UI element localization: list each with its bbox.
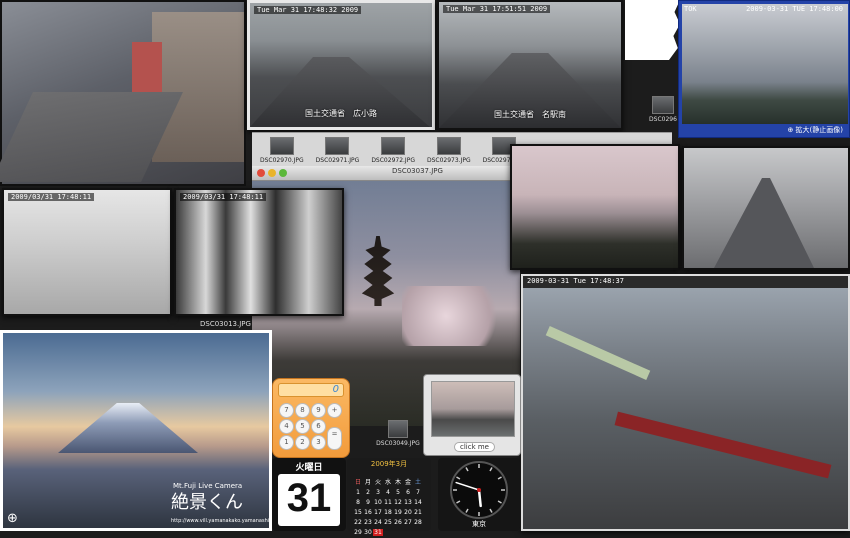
building-shape xyxy=(152,12,244,162)
thumbnail-item[interactable]: DSC02971.JPG xyxy=(315,137,360,164)
train-shape xyxy=(545,326,651,380)
thumbnail-item[interactable]: DSC02973.JPG xyxy=(427,137,471,164)
calendar-day: 27 xyxy=(404,519,412,526)
calculator-key[interactable]: 3 xyxy=(311,435,326,450)
date-widget: 火曜日 31 xyxy=(272,458,346,531)
calendar-day: 28 xyxy=(414,519,422,526)
pagoda-shape xyxy=(361,236,395,306)
calculator-key[interactable]: 7 xyxy=(279,403,294,418)
zoom-icon[interactable]: ⊕ xyxy=(7,511,18,526)
calculator-key[interactable]: 4 xyxy=(279,419,294,434)
photo-viewer-title: DSC03037.JPG xyxy=(392,167,443,175)
clock-hour-hand xyxy=(477,488,482,508)
thumbnail-image xyxy=(652,96,674,114)
thumbnail-image xyxy=(381,137,406,155)
thumbnail-image xyxy=(325,137,350,155)
street-cam-2-timestamp: 2009/03/31 17:48:11 xyxy=(180,193,267,201)
thumbnail-filename: DSC03049.JPG xyxy=(376,440,420,447)
traffic-cam-2-window[interactable]: Tue Mar 31 17:51:51 2009 国土交通省 名駅南 xyxy=(437,0,623,130)
date-widget-day-card: 31 xyxy=(278,474,340,526)
sky-cam-corner-label: TOK xyxy=(684,5,697,13)
highway-cam-feed xyxy=(684,148,848,268)
rail-cam-timestamp: 2009-03-31 Tue 17:48:37 xyxy=(527,277,624,285)
sea-cam-feed xyxy=(512,146,678,268)
road-shape xyxy=(714,178,814,268)
rail-cam-window[interactable]: 2009-03-31 Tue 17:48:37 xyxy=(521,274,850,531)
calendar-day: 25 xyxy=(384,519,392,526)
date-widget-day: 31 xyxy=(286,476,332,520)
close-button[interactable] xyxy=(257,169,265,177)
street-cam-1-feed xyxy=(4,190,170,314)
calendar-day: 29 xyxy=(354,529,362,536)
fuji-cam-title-large: 絶景くん xyxy=(171,492,243,513)
calendar-month-label: 2009年3月 xyxy=(370,460,408,468)
traffic-cam-2-timestamp: Tue Mar 31 17:51:51 2009 xyxy=(443,5,551,13)
calculator-key[interactable]: 8 xyxy=(295,403,310,418)
thumbnail-filename: DSC02972.JPG xyxy=(371,157,415,164)
thumbnail-filename: DSC0296 xyxy=(649,116,677,123)
calculator-widget[interactable]: 0 7 8 9 + 4 5 6 1 2 3 = xyxy=(272,378,350,458)
minimize-button[interactable] xyxy=(268,169,276,177)
thumbnail-item[interactable]: DSC03049.JPG xyxy=(376,420,420,450)
thumbnail-filename: DSC02971.JPG xyxy=(315,157,360,164)
zoom-button[interactable] xyxy=(279,169,287,177)
calculator-key[interactable]: 9 xyxy=(311,403,326,418)
traffic-cam-1-caption: 国土交通省 広小路 xyxy=(305,109,377,118)
calculator-key[interactable]: 6 xyxy=(311,419,326,434)
calculator-key[interactable]: 1 xyxy=(279,435,294,450)
street-cam-1-window[interactable]: 2009/03/31 17:48:11 xyxy=(2,188,172,316)
calendar-day: 30 xyxy=(364,529,372,536)
date-widget-weekday: 火曜日 xyxy=(295,463,323,473)
thumbnail-item[interactable]: DSC02970.JPG xyxy=(260,137,304,164)
calendar-week-row: 29 30 31 xyxy=(353,519,383,538)
highway-cam-window[interactable] xyxy=(682,146,850,270)
mountain-shape xyxy=(58,403,198,453)
torn-paper xyxy=(625,0,680,60)
photo-viewer-titlebar: DSC03037.JPG xyxy=(252,166,520,181)
calculator-key[interactable]: 5 xyxy=(295,419,310,434)
thumbnail-image xyxy=(436,137,461,155)
thumbnail-row: DSC02970.JPG DSC02971.JPG DSC02972.JPG D… xyxy=(260,137,526,164)
click-me-button[interactable]: click me xyxy=(454,442,495,452)
calculator-display-value: 0 xyxy=(332,384,339,395)
side-thumbnail[interactable]: DSC0296 xyxy=(648,96,678,126)
clock-city-label: 東京 xyxy=(472,520,486,528)
cherry-blossom-shape xyxy=(402,286,512,346)
traffic-cam-1-timestamp: Tue Mar 31 17:48:32 2009 xyxy=(254,6,362,14)
sea-cam-window[interactable] xyxy=(510,144,680,270)
lower-file-label: DSC03013.JPG xyxy=(200,320,251,328)
thumbnail-filename: DSC02973.JPG xyxy=(426,157,471,164)
calendar-day: 26 xyxy=(394,519,402,526)
sky-cam-timestamp: 2009-03-31 TUE 17:48:00 xyxy=(746,5,843,13)
clock-face xyxy=(450,461,508,519)
thumbnail-image xyxy=(388,420,408,438)
thumbnail-image xyxy=(269,137,294,155)
traffic-cam-2-caption: 国土交通省 名駅南 xyxy=(494,110,566,119)
thumbnail-item[interactable]: DSC02972.JPG xyxy=(371,137,415,164)
train-shape xyxy=(614,411,832,479)
street-cam-1-timestamp: 2009/03/31 17:48:11 xyxy=(8,193,95,201)
calculator-key[interactable]: + xyxy=(327,403,342,418)
calculator-key[interactable]: = xyxy=(327,427,342,450)
photo-widget-image xyxy=(431,381,515,437)
calculator-key[interactable]: 2 xyxy=(295,435,310,450)
street-cam-2-feed xyxy=(176,190,342,314)
road-shape xyxy=(0,92,183,182)
photo-widget[interactable]: click me xyxy=(423,374,521,456)
calendar-widget: 2009年3月 日月火水木金土 1234567 8 9 10 11 12 13 14 15 1… xyxy=(347,458,431,536)
sky-cam-feed xyxy=(682,4,848,124)
calculator-display: 0 xyxy=(278,383,344,397)
traffic-cam-1-window[interactable]: Tue Mar 31 17:48:32 2009 国土交通省 広小路 xyxy=(247,0,435,130)
sky-cam-window[interactable]: TOK 2009-03-31 TUE 17:48:00 ⊕ 拡大(静止画像) xyxy=(678,0,850,138)
sky-cam-zoom-link[interactable]: ⊕ 拡大(静止画像) xyxy=(787,125,843,135)
fuji-cam-window[interactable]: Mt.Fuji Live Camera 絶景くん http://www.vill… xyxy=(0,330,277,531)
calendar-day-today: 31 xyxy=(373,529,383,536)
thumbnail-filename: DSC02970.JPG xyxy=(260,157,304,164)
rail-cam-feed xyxy=(523,288,848,529)
fuji-cam-url: http://www.vill.yamanakako.yamanashi.jp/ xyxy=(171,518,277,524)
city-cam-topleft xyxy=(0,0,246,186)
street-cam-2-window[interactable]: 2009/03/31 17:48:11 xyxy=(174,188,344,316)
clock-widget: 東京 xyxy=(438,458,520,531)
